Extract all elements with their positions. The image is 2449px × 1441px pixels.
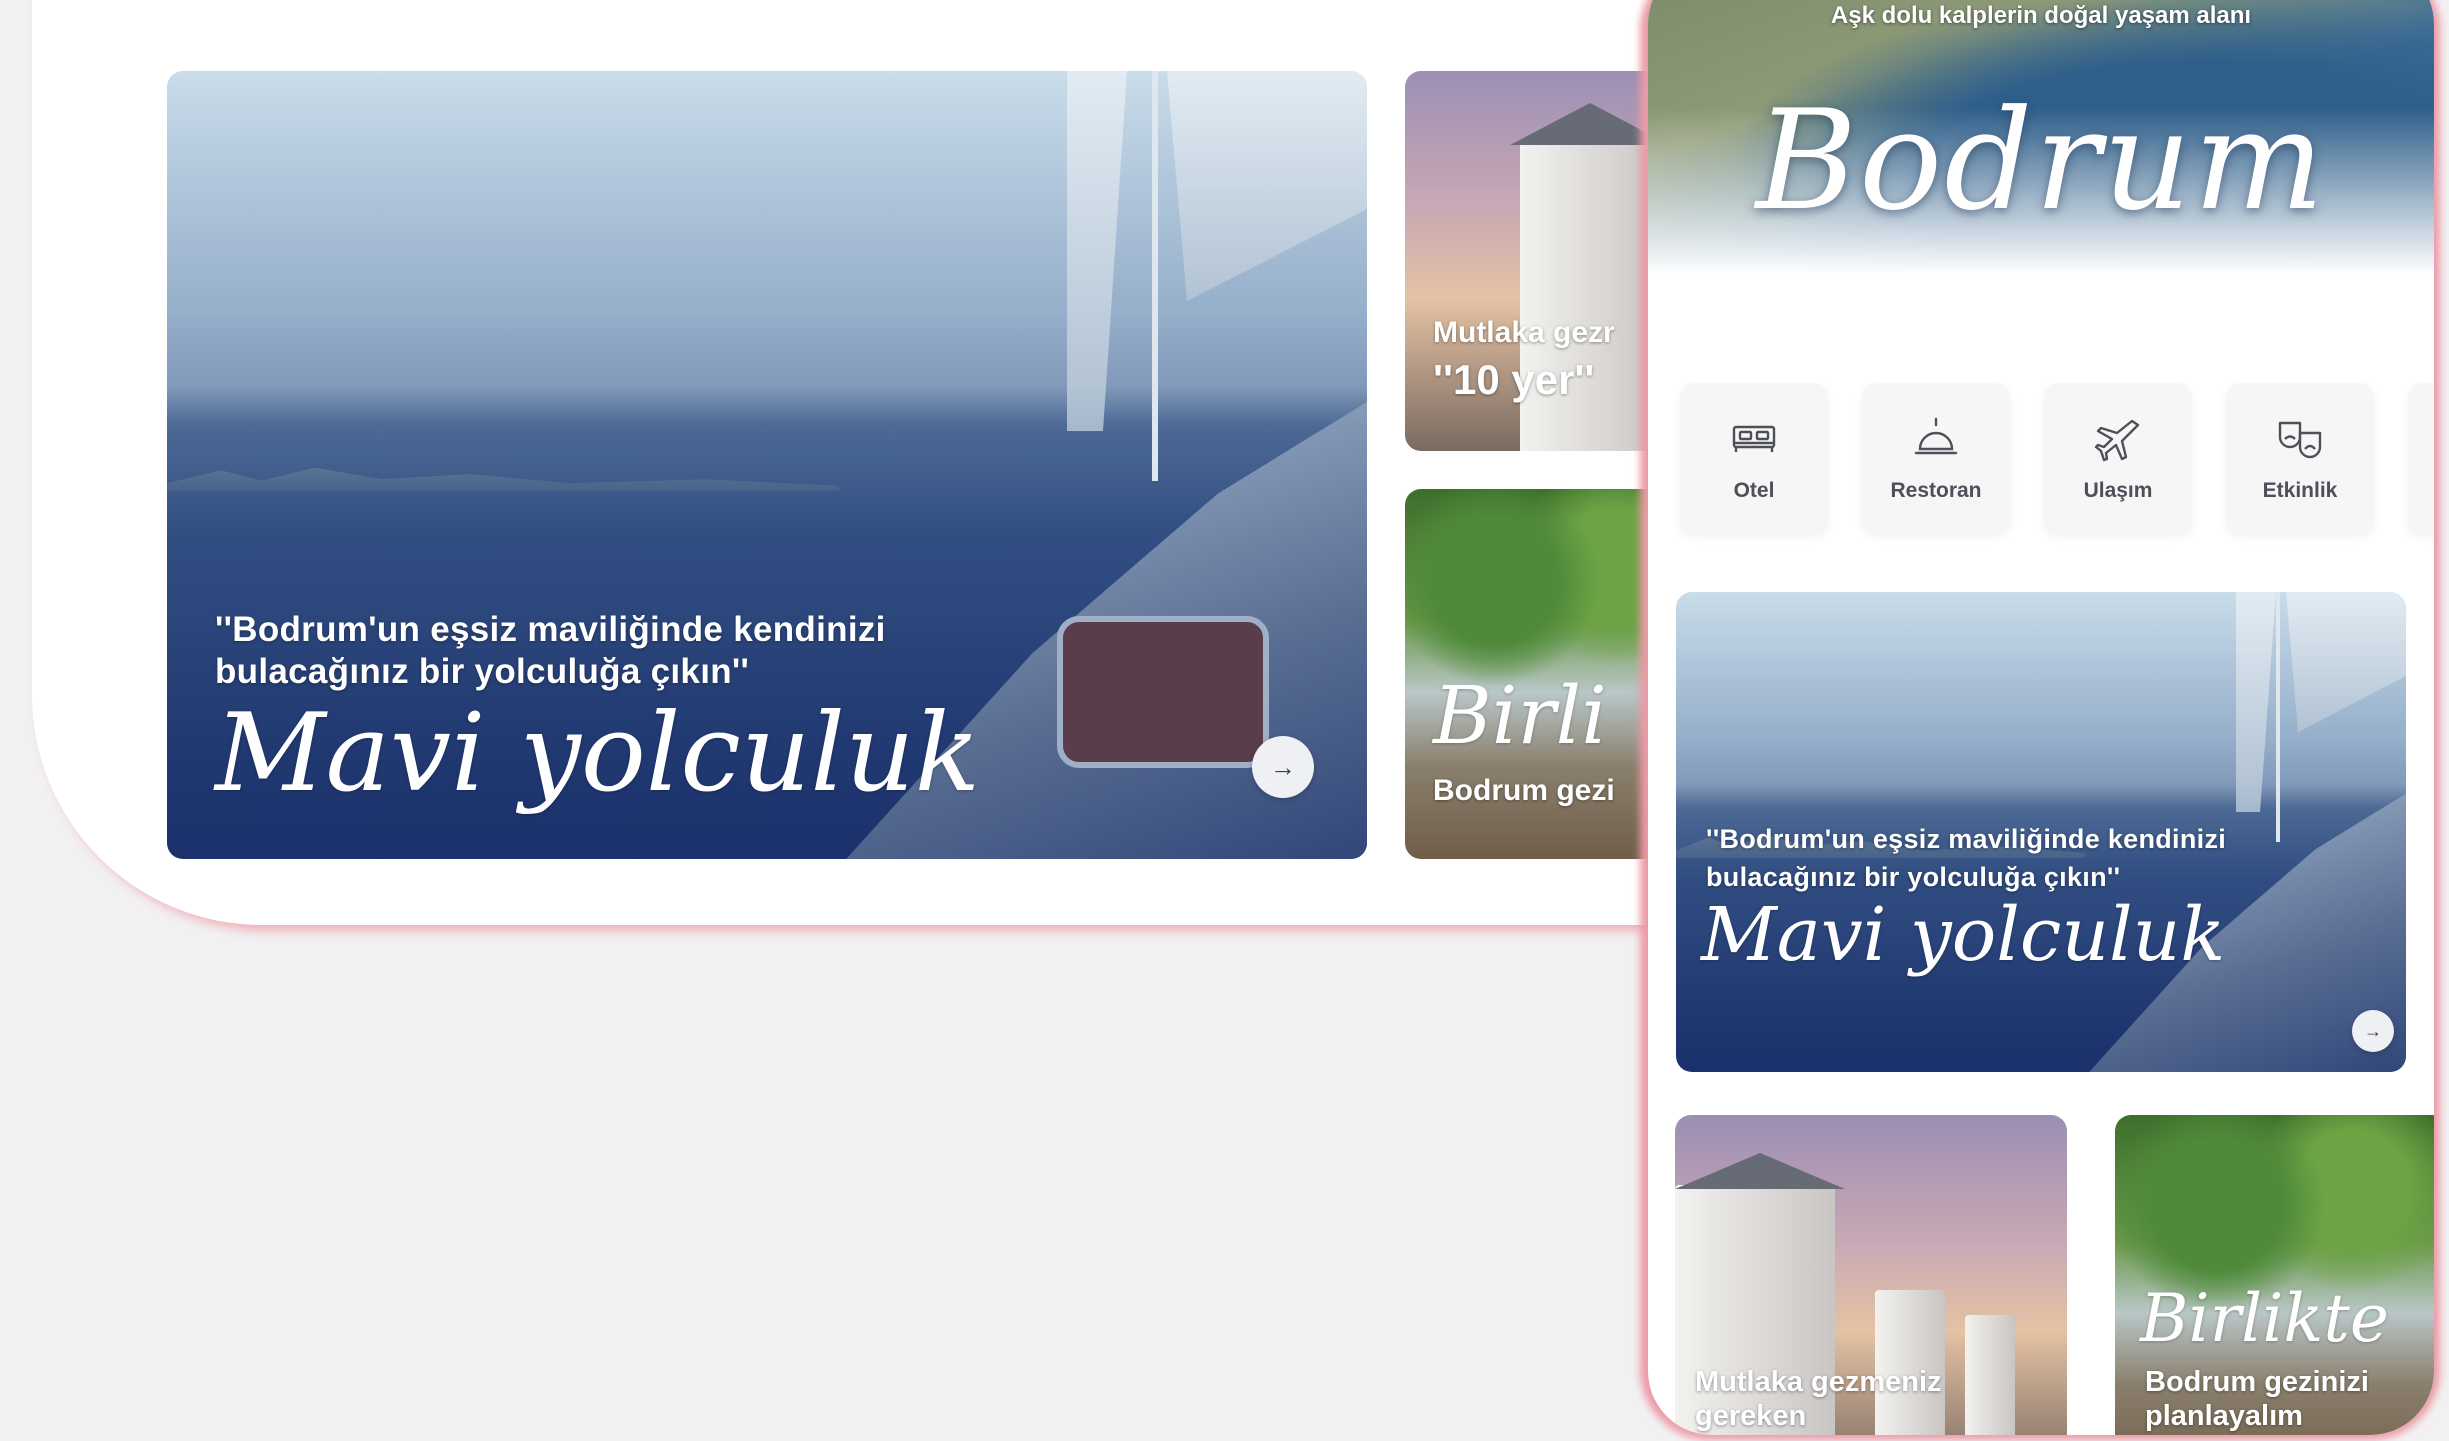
category-otel[interactable]: Otel [1680, 383, 1828, 533]
arrow-right-icon: → [2364, 1020, 2382, 1041]
phone-featured-card[interactable]: ''Bodrum'un eşsiz maviliğinde kendinizi … [1676, 592, 2406, 1072]
side-card-script: Birli [1433, 669, 1607, 762]
category-row: Otel Restoran Ulaşım Etkinlik [1680, 383, 2434, 533]
hero-subtitle: Aşk dolu kalplerin doğal yaşam alanı [1830, 2, 2252, 29]
phone-card-gezmeniz[interactable]: Mutlaka gezmeniz gereken [1675, 1115, 2067, 1435]
category-partial[interactable] [2408, 383, 2434, 533]
side-card-title-2: Bodrum gezi [1433, 774, 1615, 807]
arrow-right-icon: → [1270, 751, 1296, 782]
phone-card-title-2: Bodrum gezinizi planlayalım [2145, 1366, 2369, 1432]
featured-script-title: Mavi yolculuk [215, 691, 981, 816]
phone-card-title: Mutlaka gezmeniz gereken [1695, 1366, 1942, 1432]
phone-featured-quote: ''Bodrum'un eşsiz maviliğinde kendinizi … [1706, 824, 2227, 892]
phone-featured-arrow-button[interactable]: → [2352, 1010, 2394, 1052]
featured-arrow-button[interactable]: → [1252, 736, 1314, 798]
side-card-title: Mutlaka gezr [1433, 316, 1615, 349]
featured-quote: ''Bodrum'un eşsiz maviliğinde kendinizi … [215, 610, 886, 691]
cloche-icon [1914, 417, 1958, 455]
side-card-birlikte[interactable]: Birli Bodrum gezi [1405, 489, 1672, 859]
airplane-icon [2094, 419, 2140, 462]
phone-screen: Aşk dolu kalplerin doğal yaşam alanı Bod… [1648, 0, 2434, 1435]
category-ulasim[interactable]: Ulaşım [2044, 383, 2192, 533]
phone-featured-script: Mavi yolculuk [1701, 892, 2226, 978]
phone-card-script: Birlikte [2140, 1280, 2389, 1357]
hero-title: Bodrum [1755, 80, 2327, 241]
category-label: Otel [1733, 479, 1775, 502]
phone-card-birlikte[interactable]: Birlikte Bodrum gezinizi planlayalım [2115, 1115, 2434, 1435]
category-label: Ulaşım [2083, 479, 2153, 502]
theater-masks-icon [2278, 421, 2322, 459]
featured-card-mavi-yolculuk[interactable]: ''Bodrum'un eşsiz maviliğinde kendinizi … [167, 71, 1367, 859]
desktop-panel: ''Bodrum'un eşsiz maviliğinde kendinizi … [32, 0, 1672, 925]
category-restoran[interactable]: Restoran [1862, 383, 2010, 533]
bed-icon [1732, 425, 1776, 452]
category-label: Restoran [1890, 479, 1982, 502]
category-label: Etkinlik [2262, 479, 2338, 502]
hero-banner: Aşk dolu kalplerin doğal yaşam alanı Bod… [1648, 0, 2434, 330]
side-card-subtitle: ''10 yer'' [1433, 356, 1595, 403]
side-card-10-yer[interactable]: Mutlaka gezr ''10 yer'' [1405, 71, 1672, 451]
category-etkinlik[interactable]: Etkinlik [2226, 383, 2374, 533]
